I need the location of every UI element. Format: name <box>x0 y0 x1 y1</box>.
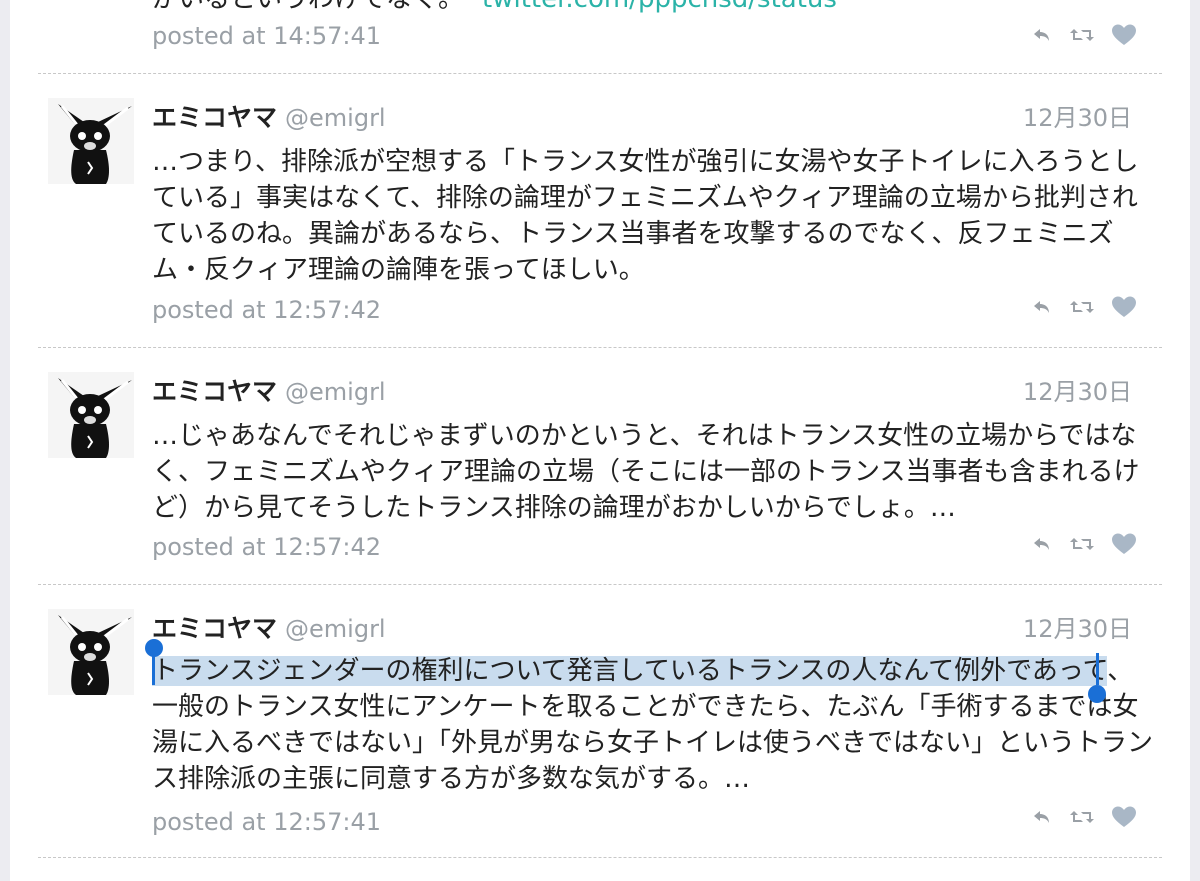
tweet-line: …じゃあなんでそれじゃまずいのかというと、それはトランス女性の立場からではな <box>152 421 1137 451</box>
retweet-icon[interactable] <box>1070 535 1094 553</box>
tweet-text: 、 <box>1107 656 1134 686</box>
tweet-line: 一般のトランス女性にアンケートを取ることができたら、たぶん「手術するまでは女 <box>152 692 1139 722</box>
text-selection[interactable]: トランスジェンダーの権利について発言しているトランスの人なんて例外であって <box>152 656 1108 686</box>
like-icon[interactable] <box>1112 296 1136 318</box>
reply-icon[interactable] <box>1032 807 1052 827</box>
tweet-line: ている」事実はなくて、排除の論理がフェミニズムやクィア理論の立場から批判され <box>152 183 1138 213</box>
tweet-body: …じゃあなんでそれじゃまずいのかというと、それはトランス女性の立場からではな く… <box>152 418 1142 526</box>
tweet-body: トランスジェンダーの権利について発言しているトランスの人なんて例外であって、 一… <box>152 653 1154 797</box>
tweet-body: …つまり、排除派が空想する「トランス女性が強引に女湯や女子トイレに入ろうとし て… <box>152 144 1142 288</box>
avatar[interactable] <box>48 98 134 184</box>
reply-icon[interactable] <box>1032 297 1052 317</box>
like-icon[interactable] <box>1112 806 1136 828</box>
author-name[interactable]: エミコヤマ <box>152 614 277 643</box>
tweet-line: ど）から見てそうしたトランス排除の論理がおかしいからでしょ。… <box>152 493 956 523</box>
tweet-actions <box>1032 533 1136 555</box>
selection-end-handle[interactable] <box>1088 685 1106 703</box>
tweet-date[interactable]: 12月30日 <box>1023 609 1132 644</box>
posted-time: posted at 12:57:42 <box>152 533 381 561</box>
posted-time: posted at 14:57:41 <box>152 22 381 50</box>
author-name[interactable]: エミコヤマ <box>152 377 277 406</box>
tweet-link[interactable]: twitter.com/pppcnsd/status <box>482 0 837 14</box>
posted-time: posted at 12:57:42 <box>152 296 381 324</box>
like-icon[interactable] <box>1112 24 1136 46</box>
posted-time: posted at 12:57:41 <box>152 808 381 836</box>
divider <box>38 584 1162 585</box>
selection-end-bar <box>1096 653 1099 685</box>
tweet-line: く、フェミニズムやクィア理論の立場（そこには一部のトランス当事者も含まれるけ <box>152 457 1140 487</box>
tweet-actions <box>1032 24 1136 46</box>
tweet-line: 湯に入るべきではない」「外見が男なら女子トイレは使うべきではない」というトラン <box>152 728 1154 758</box>
partial-tweet-text: がいるというわけでなく。 twitter.com/pppcnsd/status <box>152 0 837 15</box>
tweet-line: ているのね。異論があるなら、トランス当事者を攻撃するのでなく、反フェミニズ <box>152 219 1114 249</box>
avatar[interactable] <box>48 372 134 458</box>
tweet-line[interactable]: トランスジェンダーの権利について発言しているトランスの人なんて例外であって、 <box>152 653 1142 689</box>
right-gutter <box>1190 0 1200 881</box>
tweet-date[interactable]: 12月30日 <box>1023 372 1132 407</box>
divider <box>38 857 1162 858</box>
timeline: がいるというわけでなく。 twitter.com/pppcnsd/status p… <box>0 0 1200 881</box>
retweet-icon[interactable] <box>1070 808 1094 826</box>
selection-start-bar <box>152 653 155 685</box>
retweet-icon[interactable] <box>1070 26 1094 44</box>
tweet-date[interactable]: 12月30日 <box>1023 98 1132 133</box>
tweet-header: エミコヤマ @emigrl <box>152 98 386 134</box>
tweet-line: ム・反クィア理論の論陣を張ってほしい。 <box>152 255 645 285</box>
reply-icon[interactable] <box>1032 25 1052 45</box>
like-icon[interactable] <box>1112 533 1136 555</box>
tweet-line: ス排除派の主張に同意する方が多数な気がする。… <box>152 764 751 794</box>
partial-tweet-body: がいるというわけでなく。 <box>152 0 464 14</box>
tweet-actions <box>1032 806 1136 828</box>
retweet-icon[interactable] <box>1070 298 1094 316</box>
tweet-header: エミコヤマ @emigrl <box>152 609 386 645</box>
divider <box>38 347 1162 348</box>
tweet-header: エミコヤマ @emigrl <box>152 372 386 408</box>
author-handle[interactable]: @emigrl <box>285 378 386 406</box>
tweet-line: …つまり、排除派が空想する「トランス女性が強引に女湯や女子トイレに入ろうとし <box>152 147 1139 177</box>
avatar[interactable] <box>48 609 134 695</box>
left-gutter <box>0 0 10 881</box>
tweet-actions <box>1032 296 1136 318</box>
author-handle[interactable]: @emigrl <box>285 615 386 643</box>
divider <box>38 73 1162 74</box>
author-handle[interactable]: @emigrl <box>285 104 386 132</box>
author-name[interactable]: エミコヤマ <box>152 103 277 132</box>
reply-icon[interactable] <box>1032 534 1052 554</box>
